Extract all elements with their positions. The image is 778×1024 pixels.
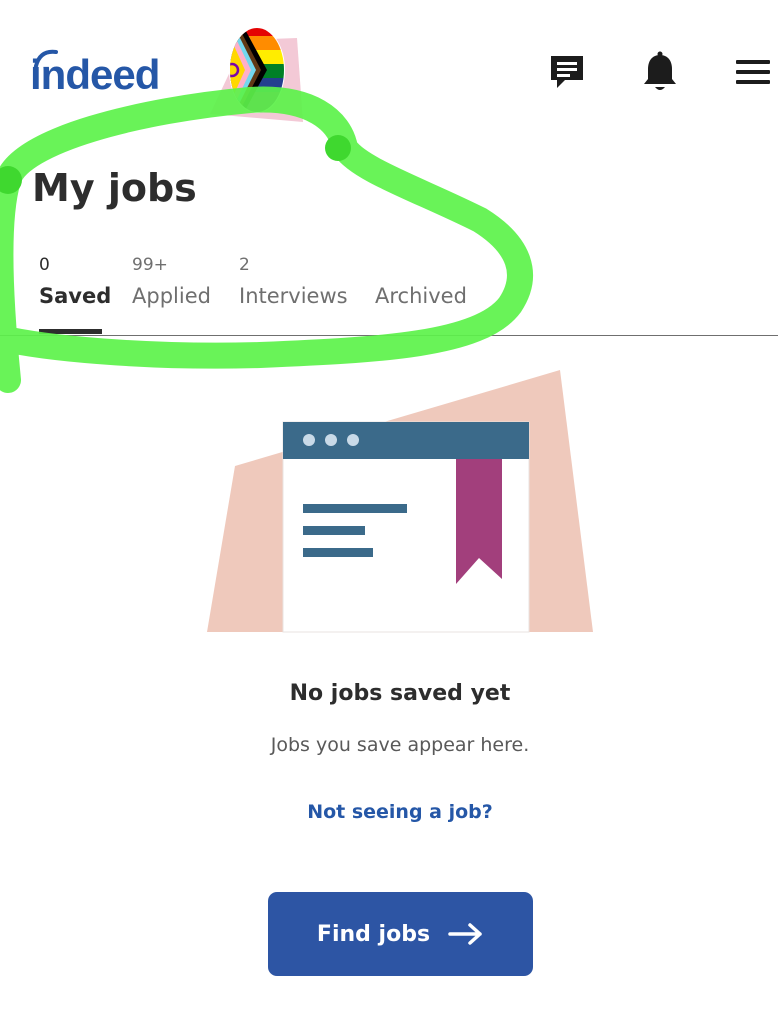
tab-count: 2 — [239, 255, 250, 275]
tab-count: 0 — [39, 255, 50, 275]
messages-icon — [551, 56, 583, 88]
messages-button[interactable] — [545, 50, 589, 94]
pride-flag-badge-icon — [210, 27, 303, 122]
arrow-right-icon — [448, 923, 482, 945]
hamburger-menu-icon — [736, 60, 770, 84]
indeed-logo[interactable]: indeed — [30, 50, 160, 100]
saved-jobs-illustration — [207, 370, 593, 633]
find-jobs-button[interactable]: Find jobs — [268, 892, 533, 976]
tab-label: Interviews — [239, 284, 348, 308]
active-tab-indicator — [39, 329, 102, 334]
tab-interviews[interactable]: 2 Interviews — [239, 254, 348, 310]
tab-archived[interactable]: Archived — [375, 254, 467, 310]
tab-label: Saved — [39, 284, 112, 308]
tab-label: Archived — [375, 284, 467, 308]
tab-applied[interactable]: 99+ Applied — [132, 254, 211, 310]
jobs-tab-bar: 0 Saved 99+ Applied 2 Interviews Archive… — [0, 250, 778, 336]
menu-button[interactable] — [731, 50, 775, 94]
tab-saved[interactable]: 0 Saved — [39, 254, 111, 310]
tab-count: 99+ — [132, 255, 168, 275]
empty-state-title: No jobs saved yet — [289, 681, 511, 706]
empty-state-subtitle: Jobs you save appear here. — [270, 734, 530, 756]
tab-label: Applied — [132, 284, 211, 308]
tab-count — [375, 254, 467, 276]
notifications-button[interactable] — [638, 50, 682, 94]
top-header: indeed — [0, 0, 778, 140]
not-seeing-job-link[interactable]: Not seeing a job? — [0, 797, 778, 827]
find-jobs-label: Find jobs — [316, 921, 431, 947]
bell-icon — [644, 51, 676, 90]
page-title: My jobs — [32, 166, 197, 210]
